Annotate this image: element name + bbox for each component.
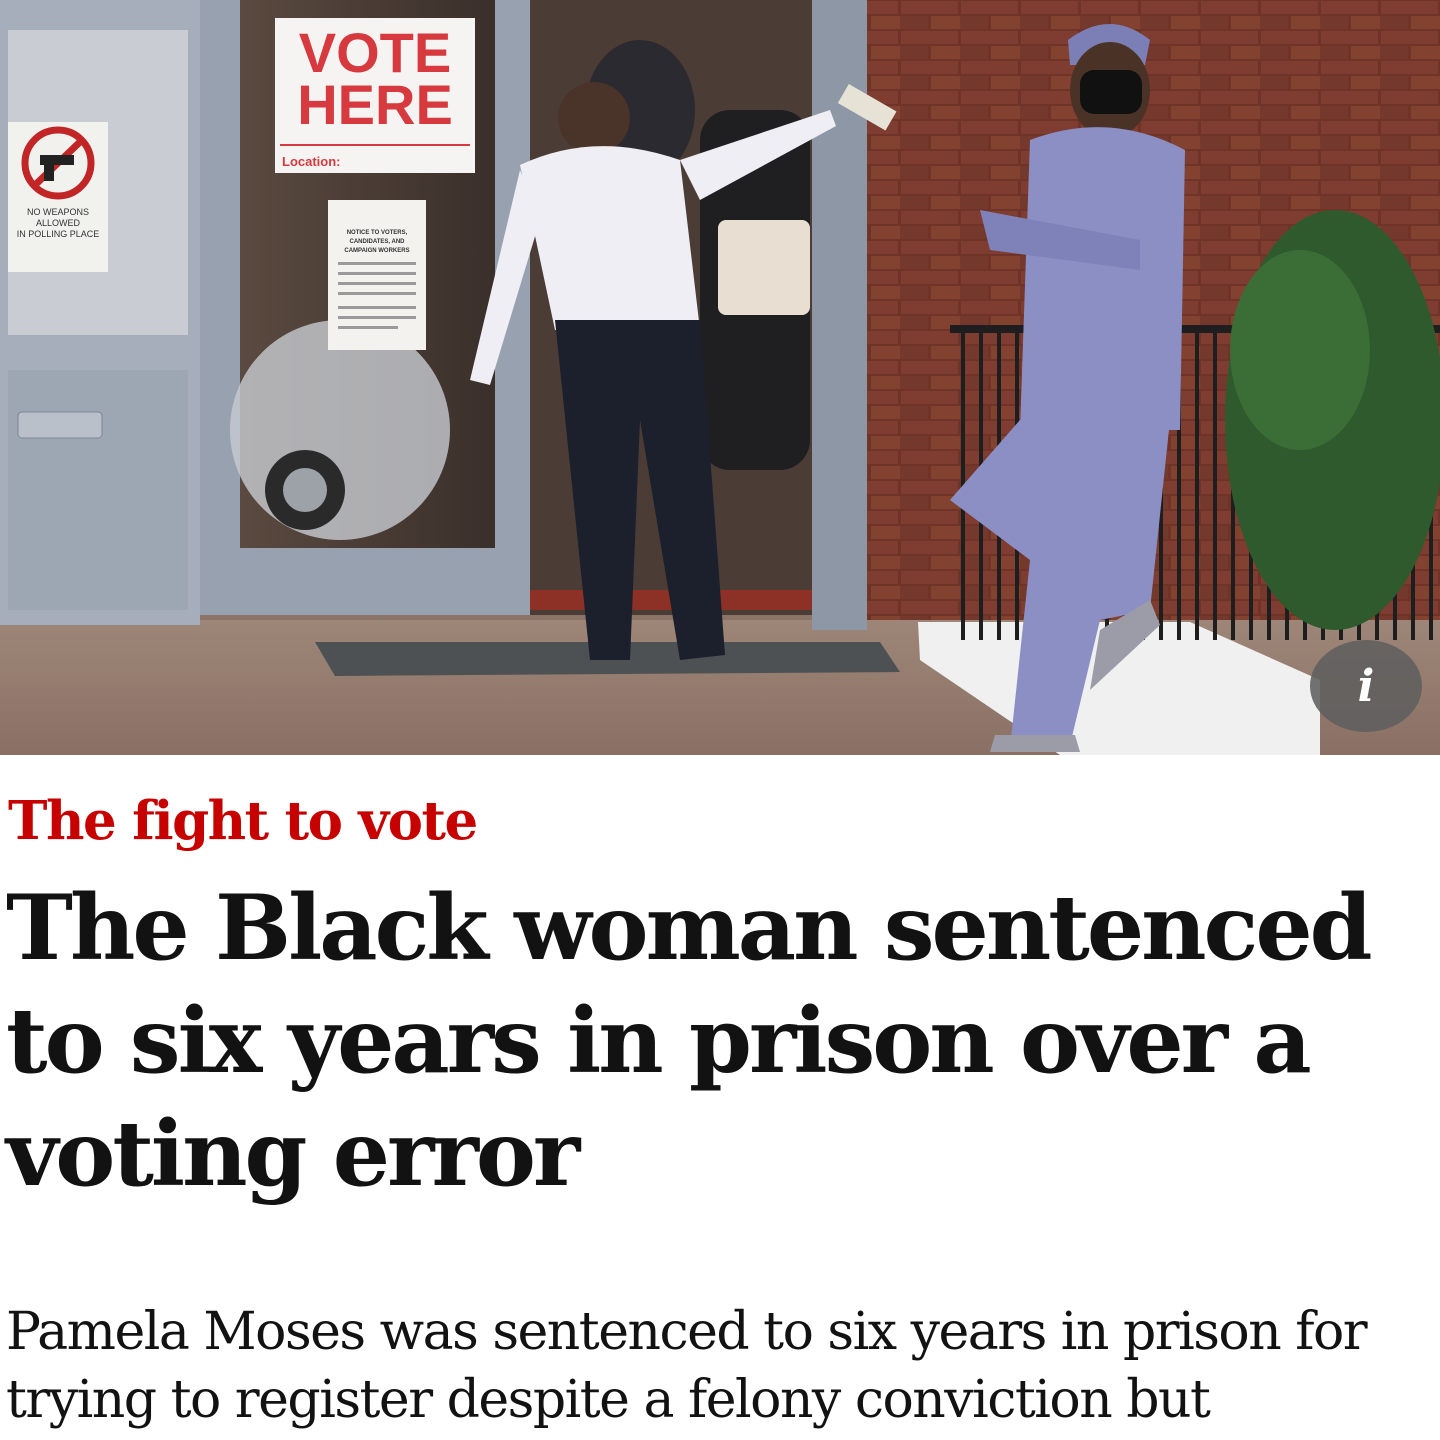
article-hero-photo: NO WEAPONS ALLOWED IN POLLING PLACE VOTE…	[0, 0, 1440, 755]
image-info-button[interactable]: i	[1310, 640, 1422, 732]
svg-text:CAMPAIGN WORKERS: CAMPAIGN WORKERS	[344, 248, 409, 254]
svg-text:NO WEAPONS: NO WEAPONS	[27, 207, 89, 217]
section-kicker[interactable]: The fight to vote	[8, 790, 478, 852]
svg-text:NOTICE TO VOTERS,: NOTICE TO VOTERS,	[347, 230, 408, 236]
article-standfirst: Pamela Moses was sentenced to six years …	[6, 1302, 1368, 1430]
no-weapons-sign: NO WEAPONS ALLOWED IN POLLING PLACE	[8, 122, 108, 272]
svg-text:ALLOWED: ALLOWED	[36, 218, 81, 228]
notice-to-voters-sign: NOTICE TO VOTERS, CANDIDATES, AND CAMPAI…	[328, 200, 426, 350]
svg-text:CANDIDATES, AND: CANDIDATES, AND	[350, 239, 406, 245]
info-icon: i	[1357, 660, 1375, 712]
vote-here-sign: VOTE HERE Location:	[275, 18, 475, 173]
svg-text:Location:: Location:	[282, 154, 341, 169]
svg-text:HERE: HERE	[297, 73, 453, 136]
polling-place-scene: NO WEAPONS ALLOWED IN POLLING PLACE VOTE…	[0, 0, 1440, 755]
article-headline: The Black woman sentenced to six years i…	[6, 875, 1373, 1207]
svg-text:IN POLLING PLACE: IN POLLING PLACE	[17, 229, 100, 239]
